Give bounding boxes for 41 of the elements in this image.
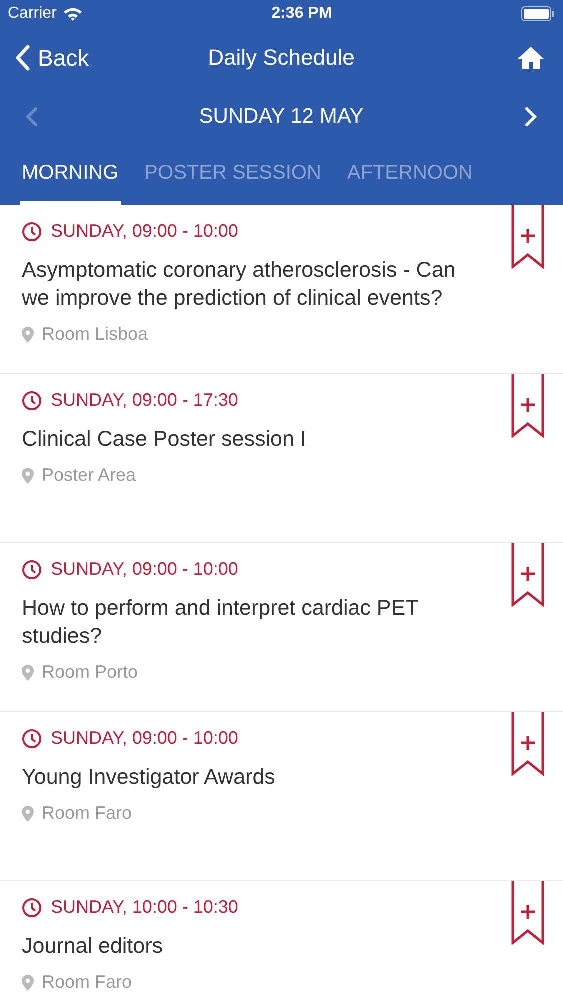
bookmark-add-icon[interactable] bbox=[511, 881, 545, 945]
clock-icon bbox=[22, 560, 42, 580]
bookmark-add-icon[interactable] bbox=[511, 543, 545, 607]
session-title[interactable]: How to perform and interpret cardiac PET studies? bbox=[22, 594, 482, 650]
wifi-icon bbox=[62, 7, 83, 21]
battery-icon bbox=[520, 6, 555, 22]
location-pin-icon bbox=[22, 664, 34, 680]
session-title[interactable]: Clinical Case Poster session I bbox=[22, 425, 482, 453]
session-location: Room Faro bbox=[42, 972, 132, 993]
location-pin-icon bbox=[22, 806, 34, 822]
next-day-button[interactable] bbox=[525, 106, 537, 126]
home-icon[interactable] bbox=[517, 46, 545, 70]
location-pin-icon bbox=[22, 468, 34, 484]
session-time: SUNDAY, 09:00 - 10:00 bbox=[51, 559, 238, 580]
session-time: SUNDAY, 10:00 - 10:30 bbox=[51, 897, 238, 918]
session-time: SUNDAY, 09:00 - 17:30 bbox=[51, 390, 238, 411]
location-pin-icon bbox=[22, 974, 34, 990]
session-title[interactable]: Journal editors bbox=[22, 932, 482, 960]
date-label: SUNDAY 12 MAY bbox=[199, 104, 364, 128]
session-time: SUNDAY, 09:00 - 10:00 bbox=[51, 221, 238, 242]
bookmark-add-icon[interactable] bbox=[511, 374, 545, 438]
bookmark-add-icon[interactable] bbox=[511, 712, 545, 776]
location-pin-icon bbox=[22, 326, 34, 342]
session-location: Poster Area bbox=[42, 465, 136, 486]
clock-icon bbox=[22, 728, 42, 748]
session-title[interactable]: Young Investigator Awards bbox=[22, 763, 482, 791]
session-time: SUNDAY, 09:00 - 10:00 bbox=[51, 728, 238, 749]
session-location: Room Lisboa bbox=[42, 324, 148, 345]
status-time: 2:36 PM bbox=[272, 5, 332, 23]
session-title[interactable]: Asymptomatic coronary atherosclerosis - Can we improve the prediction of clinical events? bbox=[22, 256, 482, 312]
back-button[interactable]: Back bbox=[16, 44, 90, 72]
clock-icon bbox=[22, 898, 42, 918]
chevron-left-icon bbox=[16, 45, 30, 71]
screen-title: Daily Schedule bbox=[208, 45, 355, 70]
clock-icon bbox=[22, 390, 42, 410]
session-location: Room Porto bbox=[42, 662, 138, 683]
session-location: Room Faro bbox=[42, 803, 132, 824]
carrier-label: Carrier bbox=[8, 5, 57, 23]
bookmark-add-icon[interactable] bbox=[511, 205, 545, 269]
clock-icon bbox=[22, 222, 42, 242]
tab[interactable]: MORNING bbox=[20, 145, 121, 205]
